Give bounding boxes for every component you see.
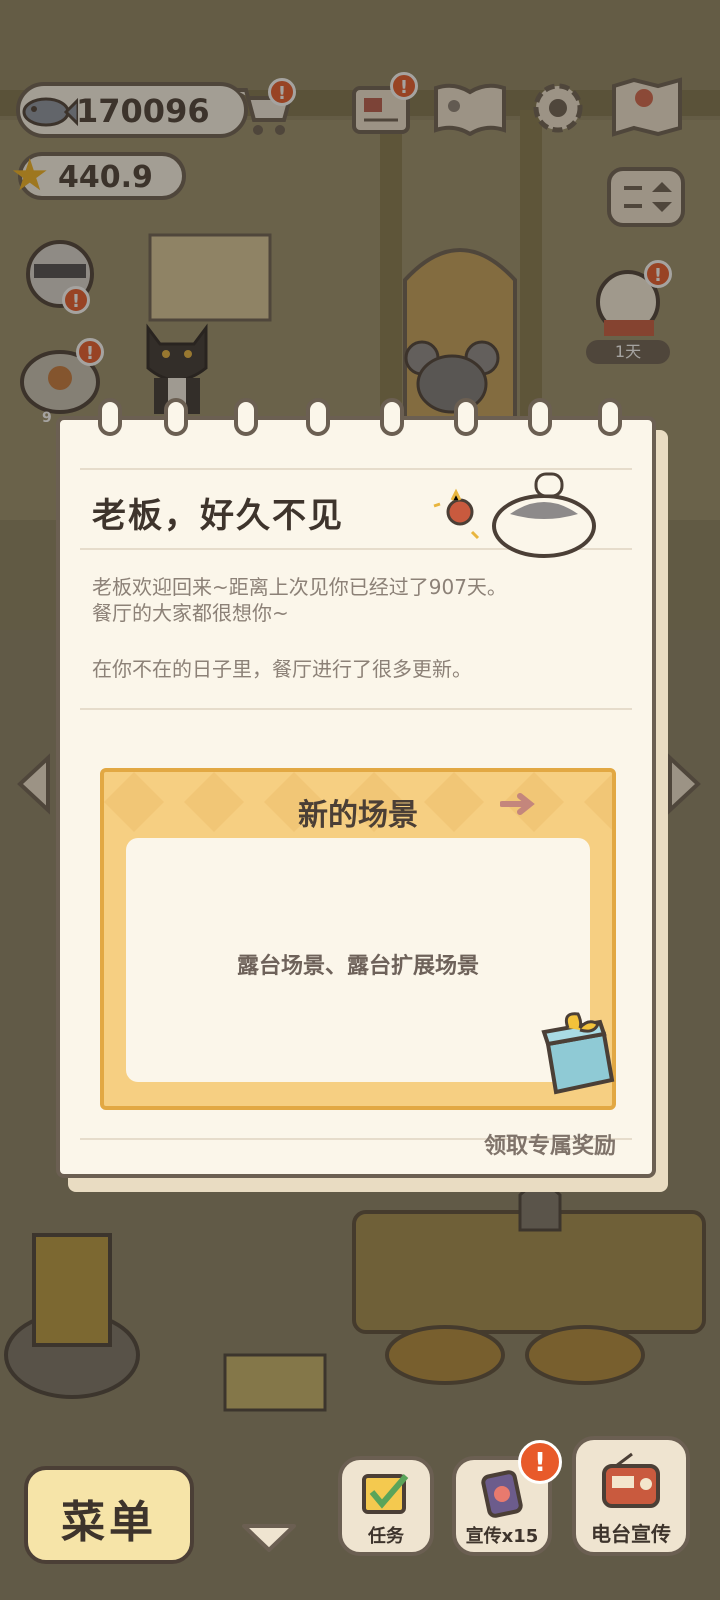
shop-cart-button[interactable]: ! bbox=[232, 78, 296, 140]
chevron-down-icon bbox=[242, 1524, 296, 1552]
lucky-cat[interactable]: ! 1天 bbox=[586, 260, 676, 366]
mail-button[interactable]: ! bbox=[350, 72, 418, 136]
fish-count: 170096 bbox=[76, 92, 210, 130]
chef-cat-left[interactable]: ! bbox=[22, 228, 98, 314]
promotion-badge: ! bbox=[518, 1440, 562, 1484]
tasks-button[interactable]: 任务 bbox=[338, 1456, 434, 1556]
star-count: 440.9 bbox=[58, 160, 153, 195]
radio-promotion-button[interactable]: 电台宣传 bbox=[572, 1436, 690, 1556]
radio-icon bbox=[602, 1452, 660, 1508]
gear-icon bbox=[533, 83, 583, 133]
chevron-right-icon bbox=[668, 753, 701, 815]
menu-button[interactable]: 菜单 bbox=[24, 1466, 194, 1564]
arrow-right-icon bbox=[499, 792, 540, 820]
menu-label: 菜单 bbox=[61, 1497, 157, 1548]
settings-button[interactable] bbox=[528, 78, 588, 138]
welcome-message-line3: 在你不在的日子里，餐厅进行了很多更新。 bbox=[92, 657, 472, 681]
binder-ring-icon bbox=[164, 398, 188, 436]
map-button[interactable] bbox=[610, 76, 684, 138]
cat-timer: 1天 bbox=[586, 340, 670, 364]
decor-cat-left[interactable]: ! 9 bbox=[14, 338, 106, 426]
map-icon bbox=[612, 77, 682, 137]
cat-alert-badge: ! bbox=[644, 260, 672, 288]
card-body: 露台场景、露台扩展场景 bbox=[126, 838, 590, 1082]
cat-alert-badge: ! bbox=[62, 286, 90, 314]
chevron-left-icon bbox=[17, 753, 50, 815]
binder-ring-icon bbox=[380, 398, 404, 436]
binder-ring-icon bbox=[454, 398, 478, 436]
sort-icon bbox=[607, 167, 685, 227]
star-icon: ★ bbox=[10, 150, 50, 201]
binder-ring-icon bbox=[234, 398, 258, 436]
welcome-message-line1: 老板欢迎回来~距离上次见你已经过了907天。 bbox=[92, 575, 507, 599]
radio-label: 电台宣传 bbox=[591, 1522, 671, 1546]
star-currency[interactable]: ★ 440.9 bbox=[10, 152, 186, 200]
promotion-button[interactable]: 宣传x15 ! bbox=[452, 1440, 562, 1556]
book-icon bbox=[434, 83, 506, 137]
mail-badge: ! bbox=[390, 72, 418, 100]
binder-ring-icon bbox=[528, 398, 552, 436]
claim-reward-link[interactable]: 领取专属奖励 bbox=[484, 1128, 616, 1160]
collapse-toggle[interactable] bbox=[240, 1520, 298, 1554]
tasks-label: 任务 bbox=[368, 1526, 404, 1547]
binder-ring-icon bbox=[306, 398, 330, 436]
welcome-back-dialog: 老板，好久不见 老板欢迎回来~距离上次见你已经过了907天。 餐厅的大家都很想你… bbox=[56, 398, 656, 1178]
gift-box-icon[interactable] bbox=[538, 1010, 624, 1098]
chef-cat-illustration bbox=[432, 460, 602, 560]
welcome-message-line2: 餐厅的大家都很想你~ bbox=[92, 601, 289, 625]
scroll-left-arrow[interactable] bbox=[14, 752, 54, 816]
cat-book-button[interactable] bbox=[432, 80, 508, 137]
checkbox-icon bbox=[362, 1474, 409, 1514]
binder-ring-icon bbox=[98, 398, 122, 436]
fish-icon bbox=[16, 88, 80, 140]
sort-toggle-button[interactable] bbox=[606, 166, 686, 228]
binder-ring-icon bbox=[598, 398, 622, 436]
scroll-right-arrow[interactable] bbox=[664, 752, 704, 816]
dialog-title: 老板，好久不见 bbox=[92, 496, 344, 536]
fish-currency[interactable]: 170096 bbox=[16, 82, 248, 138]
card-content: 露台场景、露台扩展场景 bbox=[236, 954, 479, 979]
left-cat-label: 9 bbox=[42, 410, 52, 426]
cat-alert-badge: ! bbox=[76, 338, 104, 366]
cart-badge: ! bbox=[268, 78, 296, 106]
promotion-label: 宣传x15 bbox=[465, 1526, 539, 1547]
